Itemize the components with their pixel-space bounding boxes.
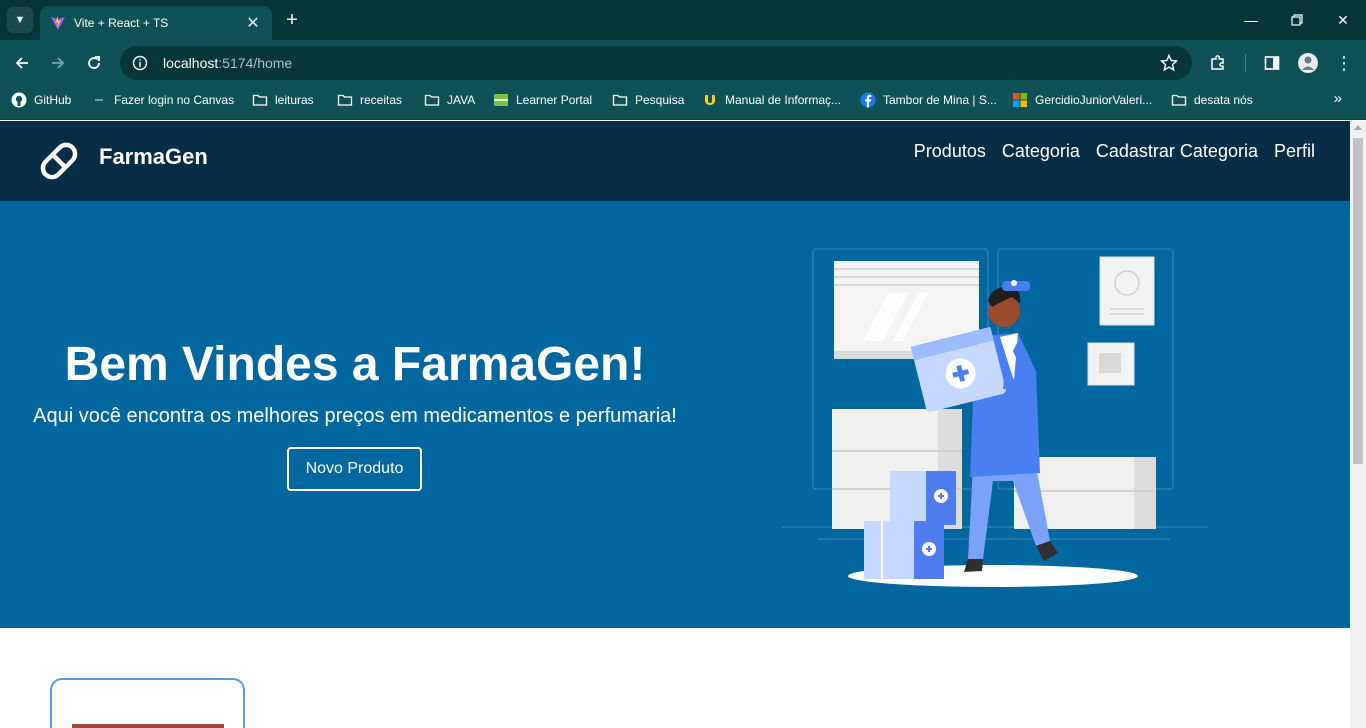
bookmark-label: receitas — [360, 93, 403, 107]
bookmark-gercidio[interactable]: GercidioJuniorValeri... — [1012, 86, 1152, 114]
bookmark-label: Manual de Informaç... — [725, 93, 842, 107]
nav-link-categoria[interactable]: Categoria — [1002, 141, 1080, 162]
bookmark-learner-portal[interactable]: Learner Portal — [493, 86, 592, 114]
page-scrollbar[interactable] — [1350, 121, 1366, 728]
bookmark-label: Fazer login no Canvas — [114, 93, 235, 107]
folder-icon — [1171, 94, 1187, 106]
bookmark-label: GitHub — [34, 93, 72, 107]
new-tab-button[interactable]: + — [281, 8, 303, 32]
pharmacist-illustration — [782, 248, 1208, 587]
vite-icon — [51, 16, 65, 30]
scroll-up-icon[interactable] — [1354, 125, 1362, 130]
u-logo-icon — [705, 95, 715, 105]
avatar-icon — [1298, 53, 1318, 73]
bookmark-pesquisa[interactable]: Pesquisa — [612, 86, 684, 114]
brand-name[interactable]: FarmaGen — [99, 144, 208, 170]
bookmarks-bar: GitHub Fazer login no Canvas leituras re… — [0, 86, 1366, 120]
restore-icon — [1291, 14, 1303, 26]
bookmark-tambor[interactable]: Tambor de Mina | S... — [860, 86, 997, 114]
profile-avatar[interactable] — [1297, 52, 1319, 74]
restore-button[interactable] — [1274, 0, 1320, 40]
nav-link-cadastrar-categoria[interactable]: Cadastrar Categoria — [1096, 141, 1258, 162]
scrollbar-thumb[interactable] — [1353, 138, 1363, 464]
bookmark-star-icon[interactable] — [1160, 54, 1178, 72]
url-path: :5174/home — [218, 55, 293, 71]
side-panel-icon — [1264, 56, 1280, 70]
arrow-left-icon — [15, 57, 28, 69]
puzzle-icon — [1211, 55, 1224, 70]
address-bar[interactable]: localhost:5174/home — [120, 46, 1192, 80]
forward-button[interactable] — [45, 50, 71, 76]
product-card[interactable] — [50, 678, 245, 728]
browser-tab[interactable]: Vite + React + TS ✕ — [40, 6, 272, 40]
bookmark-java[interactable]: JAVA — [424, 86, 475, 114]
menu-button[interactable]: ⋮ — [1333, 52, 1355, 74]
nav-link-produtos[interactable]: Produtos — [914, 141, 986, 162]
bookmark-leituras[interactable]: leituras — [252, 86, 314, 114]
hero-subtitle: Aqui você encontra os melhores preços em… — [33, 405, 677, 427]
folder-icon — [252, 94, 268, 106]
url-host: localhost — [163, 55, 219, 71]
page-viewport: FarmaGen Produtos Categoria Cadastrar Ca… — [0, 121, 1350, 728]
nav-link-perfil[interactable]: Perfil — [1274, 141, 1315, 162]
new-product-button[interactable]: Novo Produto — [287, 447, 422, 491]
tab-search-button[interactable]: ▼ — [7, 7, 33, 33]
pill-logo-icon[interactable] — [36, 138, 82, 184]
bookmark-github[interactable]: GitHub — [11, 86, 71, 114]
close-window-button[interactable]: ✕ — [1320, 0, 1366, 40]
url-text[interactable]: localhost:5174/home — [163, 55, 292, 71]
bookmark-label: Pesquisa — [635, 93, 685, 107]
extensions-button[interactable] — [1207, 52, 1229, 74]
close-tab-icon[interactable]: ✕ — [244, 13, 262, 33]
chevron-down-icon: ▼ — [14, 14, 26, 26]
browser-tab-bar: ▼ Vite + React + TS ✕ + — ✕ — [0, 0, 1366, 40]
hero-title: Bem Vindes a FarmaGen! — [64, 338, 646, 391]
bookmark-desata-nos[interactable]: desata nós — [1171, 86, 1253, 114]
github-icon — [11, 92, 27, 108]
bookmark-label: leituras — [275, 93, 314, 107]
kebab-menu-icon: ⋮ — [1335, 53, 1353, 73]
browser-toolbar: localhost:5174/home ⋮ — [0, 40, 1366, 86]
side-panel-button[interactable] — [1261, 52, 1283, 74]
reload-button[interactable] — [81, 50, 107, 76]
microsoft-icon — [1013, 93, 1027, 107]
bookmark-manual[interactable]: Manual de Informaç... — [702, 86, 841, 114]
site-info-icon[interactable] — [132, 55, 148, 71]
reload-icon — [88, 56, 100, 69]
folder-icon — [612, 94, 628, 106]
folder-icon — [337, 94, 353, 106]
toolbar-divider — [1245, 54, 1246, 72]
back-button[interactable] — [9, 50, 35, 76]
learner-portal-icon — [494, 94, 508, 106]
bookmark-label: JAVA — [447, 93, 476, 107]
canvas-icon — [95, 99, 103, 101]
more-bookmarks-icon[interactable]: » — [1334, 90, 1342, 107]
bookmark-label: GercidioJuniorValeri... — [1035, 93, 1153, 107]
main-nav: Produtos Categoria Cadastrar Categoria P… — [914, 141, 1315, 162]
site-navbar: FarmaGen Produtos Categoria Cadastrar Ca… — [0, 121, 1350, 201]
product-image — [72, 724, 224, 728]
bookmark-label: Tambor de Mina | S... — [883, 93, 997, 107]
hero-section: Bem Vindes a FarmaGen! Aqui você encontr… — [0, 201, 1350, 628]
facebook-icon — [860, 92, 876, 108]
bookmark-label: Learner Portal — [516, 93, 593, 107]
bookmark-receitas[interactable]: receitas — [337, 86, 402, 114]
bookmark-canvas[interactable]: Fazer login no Canvas — [91, 86, 234, 114]
minimize-button[interactable]: — — [1228, 0, 1274, 40]
tab-title: Vite + React + TS — [74, 16, 169, 30]
folder-icon — [424, 94, 440, 106]
bookmark-label: desata nós — [1194, 93, 1253, 107]
arrow-right-icon — [52, 57, 65, 69]
